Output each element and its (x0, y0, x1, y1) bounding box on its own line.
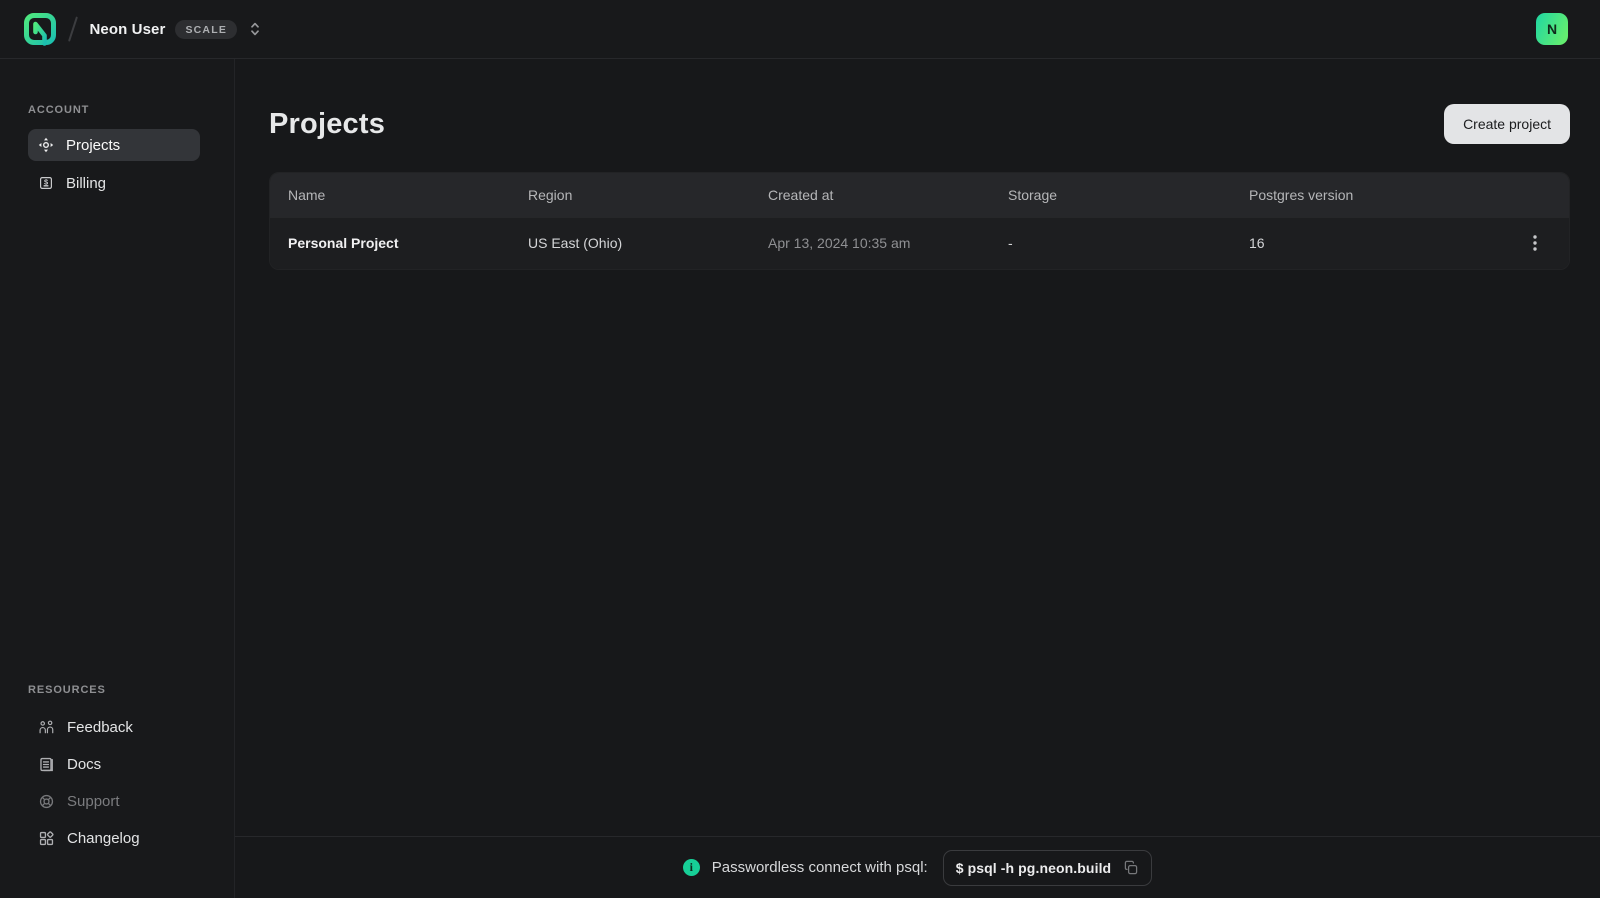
page-title: Projects (269, 107, 386, 140)
feedback-icon (38, 719, 55, 736)
topbar: Neon User SCALE N (0, 0, 1600, 59)
account-section-label: ACCOUNT (28, 104, 90, 116)
project-actions-cell (1490, 216, 1569, 269)
sidebar-item-support[interactable]: Support (28, 783, 200, 820)
plan-badge: SCALE (175, 19, 238, 39)
row-menu-button[interactable] (1529, 231, 1541, 255)
column-header-actions (1490, 173, 1569, 217)
project-created-cell: Apr 13, 2024 10:35 am (750, 216, 990, 269)
project-name-cell[interactable]: Personal Project (270, 216, 510, 269)
main-content: Projects Create project Name Region Crea… (235, 59, 1600, 898)
footer-message: Passwordless connect with psql: (711, 859, 928, 876)
project-region-cell: US East (Ohio) (510, 216, 750, 269)
sidebar-item-docs[interactable]: Docs (28, 746, 200, 783)
docs-icon (38, 756, 55, 773)
sidebar-item-label: Projects (66, 136, 121, 154)
table-header-row: Name Region Created at Storage Postgres … (270, 173, 1569, 217)
psql-command-box[interactable]: $ psql -h pg.neon.build (942, 849, 1153, 886)
billing-icon: $ (38, 175, 54, 191)
sidebar: ACCOUNT Projects $ Billing RESOURCES Fee… (0, 59, 235, 898)
workspace-name[interactable]: Neon User (90, 21, 166, 38)
page-header: Projects Create project (235, 59, 1600, 144)
workspace-switcher-icon[interactable] (249, 20, 261, 38)
sidebar-item-feedback[interactable]: Feedback (28, 709, 200, 746)
sidebar-item-label: Support (67, 793, 120, 810)
sidebar-item-label: Docs (67, 756, 102, 773)
create-project-button[interactable]: Create project (1444, 104, 1570, 144)
info-icon: i (682, 859, 700, 876)
projects-icon (38, 137, 54, 153)
breadcrumb-separator (68, 16, 78, 42)
project-storage-cell: - (990, 216, 1231, 269)
svg-text:$: $ (44, 177, 48, 186)
main-spacer (235, 270, 1600, 836)
sidebar-item-label: Feedback (67, 719, 133, 736)
column-header-region[interactable]: Region (510, 173, 750, 217)
column-header-storage[interactable]: Storage (990, 173, 1231, 217)
sidebar-item-billing[interactable]: $ Billing (28, 167, 200, 199)
projects-table: Name Region Created at Storage Postgres … (269, 172, 1570, 270)
column-header-name[interactable]: Name (270, 173, 510, 217)
neon-logo-icon[interactable] (22, 11, 58, 47)
sidebar-item-changelog[interactable]: Changelog (28, 820, 200, 857)
psql-command: $ psql -h pg.neon.build (955, 859, 1112, 876)
project-postgres-cell: 16 (1231, 216, 1490, 269)
resources-section-label: RESOURCES (28, 684, 106, 696)
column-header-postgres-version[interactable]: Postgres version (1231, 173, 1490, 217)
neon-console: Neon User SCALE N ACCOUNT Projects $ Bil… (0, 0, 1600, 898)
column-header-created-at[interactable]: Created at (750, 173, 990, 217)
support-icon (38, 793, 55, 810)
footer: i Passwordless connect with psql: $ psql… (235, 836, 1600, 898)
changelog-icon (38, 830, 55, 847)
copy-icon[interactable] (1123, 860, 1139, 876)
breadcrumb: Neon User SCALE (22, 11, 261, 47)
sidebar-item-projects[interactable]: Projects (28, 129, 200, 161)
user-avatar[interactable]: N (1536, 13, 1568, 45)
sidebar-item-label: Billing (66, 174, 107, 192)
table-row[interactable]: Personal Project US East (Ohio) Apr 13, … (270, 216, 1569, 269)
topbar-right: N (1536, 13, 1568, 45)
sidebar-item-label: Changelog (67, 830, 140, 847)
